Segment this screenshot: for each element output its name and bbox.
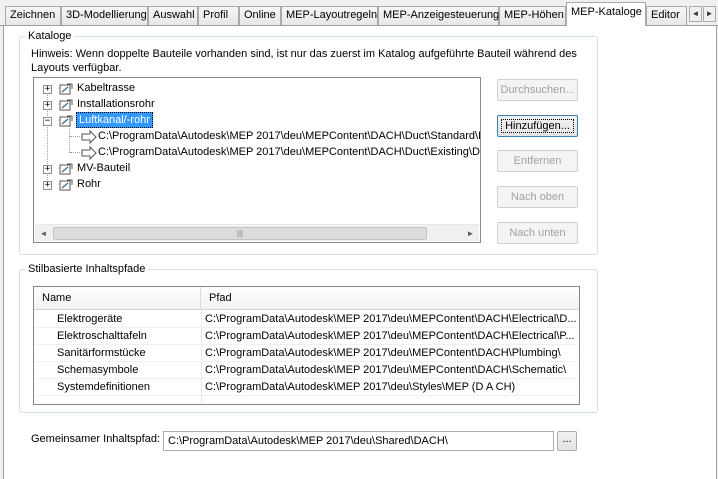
- tree-item-label: MV-Bauteil: [77, 162, 131, 174]
- catalog-path-arrow-icon: [81, 146, 97, 160]
- list-header: Name Pfad: [34, 287, 579, 310]
- column-header-path[interactable]: Pfad: [201, 287, 579, 310]
- table-row[interactable]: Systemdefinitionen C:\ProgramData\Autode…: [34, 379, 579, 396]
- row-name: Sanitärformstücke: [57, 347, 146, 359]
- style-paths-group-title: Stilbasierte Inhaltspfade: [25, 263, 149, 275]
- row-name: Elektroschalttafeln: [57, 330, 147, 342]
- table-row[interactable]: Schemasymbole C:\ProgramData\Autodesk\ME…: [34, 362, 579, 379]
- tree-item-label: C:\ProgramData\Autodesk\MEP 2017\deu\MEP…: [98, 146, 481, 158]
- tree-item-installationsrohr[interactable]: + Installationsrohr: [34, 97, 474, 113]
- style-paths-list[interactable]: Name Pfad Elektrogeräte C:\ProgramData\A…: [33, 286, 580, 405]
- tab-mep-layoutregeln[interactable]: MEP-Layoutregeln: [281, 6, 378, 26]
- tree-item-label: C:\ProgramData\Autodesk\MEP 2017\deu\MEP…: [98, 130, 481, 142]
- tab-scroll-right-button[interactable]: ►: [703, 6, 716, 22]
- expand-icon[interactable]: +: [43, 165, 52, 174]
- tab-zeichnen[interactable]: Zeichnen: [5, 6, 61, 26]
- expand-icon[interactable]: +: [43, 181, 52, 190]
- scrollbar-thumb[interactable]: |||: [53, 227, 427, 240]
- move-up-button[interactable]: Nach oben: [497, 186, 578, 208]
- catalogs-group-title: Kataloge: [25, 30, 75, 42]
- tab-bar: Zeichnen 3D-Modellierung Auswahl Profil …: [0, 0, 718, 26]
- row-name: Schemasymbole: [57, 364, 139, 376]
- tree-horizontal-scrollbar[interactable]: ◄ ||| ►: [35, 224, 479, 241]
- tree-item-label: Installationsrohr: [77, 98, 155, 110]
- tab-underline-left: [0, 25, 566, 26]
- tree-item-duct-existing[interactable]: C:\ProgramData\Autodesk\MEP 2017\deu\MEP…: [34, 145, 480, 161]
- scroll-left-arrow-icon[interactable]: ◄: [35, 225, 52, 242]
- row-path: C:\ProgramData\Autodesk\MEP 2017\deu\Sty…: [205, 381, 516, 393]
- scroll-right-arrow-icon[interactable]: ►: [462, 225, 479, 242]
- tab-mep-anzeigesteuerung[interactable]: MEP-Anzeigesteuerung: [378, 6, 499, 26]
- remove-catalog-button[interactable]: Entfernen: [497, 150, 578, 172]
- add-catalog-button[interactable]: Hinzufügen...: [497, 115, 578, 137]
- tab-underline-right: [646, 25, 718, 26]
- table-row[interactable]: Elektrogeräte C:\ProgramData\Autodesk\ME…: [34, 311, 579, 328]
- expand-icon[interactable]: +: [43, 85, 52, 94]
- catalog-tree[interactable]: + Kabeltrasse + Installationsrohr − Luft…: [33, 77, 481, 243]
- tree-item-kabeltrasse[interactable]: + Kabeltrasse: [34, 81, 474, 97]
- tree-item-mv-bauteil[interactable]: + MV-Bauteil: [34, 161, 474, 177]
- tree-item-label-selected: Luftkanal/-rohr: [76, 112, 153, 128]
- tab-mep-hoehen[interactable]: MEP-Höhen: [499, 6, 566, 26]
- tab-profil[interactable]: Profil: [198, 6, 239, 26]
- column-header-name[interactable]: Name: [34, 287, 201, 310]
- tree-item-luftkanal[interactable]: − Luftkanal/-rohr: [34, 112, 474, 129]
- row-name: Systemdefinitionen: [57, 381, 150, 393]
- browse-catalog-button[interactable]: Durchsuchen...: [497, 79, 578, 101]
- row-path: C:\ProgramData\Autodesk\MEP 2017\deu\MEP…: [205, 364, 567, 376]
- row-name: Elektrogeräte: [57, 313, 123, 325]
- catalog-folder-icon: [59, 163, 73, 175]
- row-path: C:\ProgramData\Autodesk\MEP 2017\deu\MEP…: [205, 313, 577, 325]
- shared-path-input[interactable]: C:\ProgramData\Autodesk\MEP 2017\deu\Sha…: [163, 431, 554, 451]
- catalog-folder-icon: [59, 179, 73, 191]
- tree-item-label: Kabeltrasse: [77, 82, 136, 94]
- collapse-icon[interactable]: −: [43, 117, 52, 126]
- tab-mep-kataloge[interactable]: MEP-Kataloge: [566, 2, 646, 26]
- tree-item-label: Rohr: [77, 178, 101, 190]
- table-row[interactable]: Sanitärformstücke C:\ProgramData\Autodes…: [34, 345, 579, 362]
- row-path: C:\ProgramData\Autodesk\MEP 2017\deu\MEP…: [205, 347, 561, 359]
- shared-path-label: Gemeinsamer Inhaltspfad:: [31, 433, 161, 445]
- tab-auswahl[interactable]: Auswahl: [148, 6, 198, 26]
- tree-item-rohr[interactable]: + Rohr: [34, 177, 474, 193]
- tree-item-duct-standard[interactable]: C:\ProgramData\Autodesk\MEP 2017\deu\MEP…: [34, 129, 480, 145]
- tab-scroll-left-button[interactable]: ◄: [689, 6, 702, 22]
- shared-path-browse-button[interactable]: ...: [557, 431, 577, 451]
- catalog-path-arrow-icon: [81, 130, 97, 144]
- tab-online[interactable]: Online: [239, 6, 281, 26]
- tab-editor[interactable]: Editor: [646, 6, 687, 26]
- tab-3d-modellierung[interactable]: 3D-Modellierung: [61, 6, 148, 26]
- table-row[interactable]: Elektroschalttafeln C:\ProgramData\Autod…: [34, 328, 579, 345]
- catalog-folder-icon: [59, 115, 73, 127]
- row-path: C:\ProgramData\Autodesk\MEP 2017\deu\MEP…: [205, 330, 575, 342]
- catalogs-hint: Hinweis: Wenn doppelte Bauteile vorhande…: [31, 48, 577, 74]
- catalog-folder-icon: [59, 83, 73, 95]
- expand-icon[interactable]: +: [43, 101, 52, 110]
- catalog-folder-icon: [59, 99, 73, 111]
- move-down-button[interactable]: Nach unten: [497, 222, 578, 244]
